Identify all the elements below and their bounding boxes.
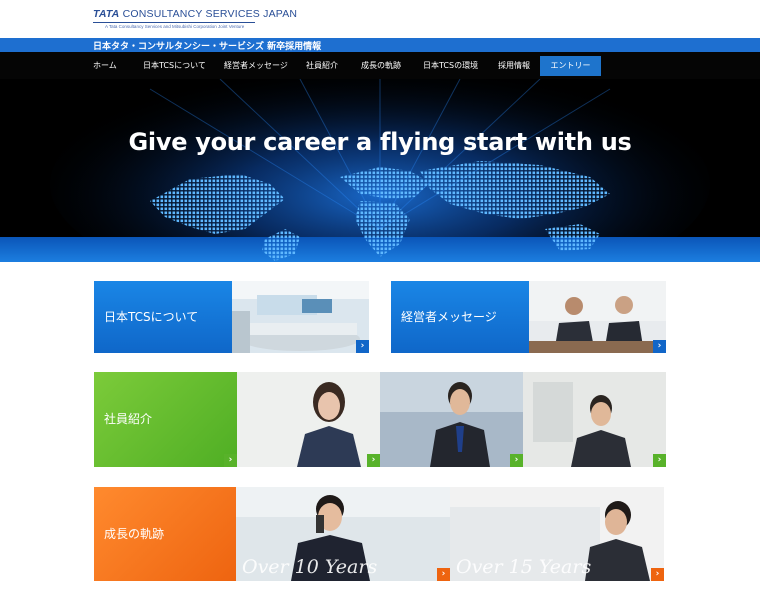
logo-text: TATA CONSULTANCY SERVICES JAPAN: [93, 8, 298, 20]
male-employee-2-photo: [523, 372, 666, 467]
logo-subtitle: A Tata Consultancy Services and Mitsubis…: [105, 24, 245, 29]
nav-staff[interactable]: 社員紹介: [306, 52, 338, 79]
executives-photo: [529, 281, 666, 353]
hero-title: Give your career a flying start with us: [128, 128, 632, 156]
tile-staff-label: 社員紹介: [104, 412, 153, 426]
chevron-right-icon: ›: [653, 340, 666, 353]
tile-about[interactable]: 日本TCSについて ›: [94, 281, 369, 353]
tile-growth-label: 成長の軌跡: [104, 527, 165, 541]
site-title: 日本タタ・コンサルタンシー・サービシズ 新卒採用情報: [93, 42, 322, 52]
nav-environment[interactable]: 日本TCSの環境: [423, 52, 478, 79]
logo-area: TATA CONSULTANCY SERVICES JAPAN A Tata C…: [0, 0, 760, 38]
tcs-japan-logo[interactable]: TATA CONSULTANCY SERVICES JAPAN A Tata C…: [93, 8, 298, 29]
chevron-right-icon: ›: [510, 454, 523, 467]
chevron-right-icon: ›: [224, 454, 237, 467]
logo-divider: [93, 22, 255, 23]
hero-banner: Give your career a flying start with us: [0, 79, 760, 262]
tile-growth[interactable]: 成長の軌跡 Over 10 Years Over 15 Years › ›: [94, 487, 664, 581]
nav-recruitment[interactable]: 採用情報: [498, 52, 530, 79]
world-map-graphic: [0, 79, 760, 262]
chevron-right-icon: ›: [651, 568, 664, 581]
male-employee-photo: [380, 372, 523, 467]
over-10-years-label: Over 10 Years: [242, 556, 378, 578]
nav-home[interactable]: ホーム: [93, 52, 117, 79]
site-title-bar: 日本タタ・コンサルタンシー・サービシズ 新卒採用情報: [0, 38, 760, 52]
tile-message[interactable]: 経営者メッセージ ›: [391, 281, 666, 353]
chevron-right-icon: ›: [437, 568, 450, 581]
main-nav: ホーム 日本TCSについて 経営者メッセージ 社員紹介 成長の軌跡 日本TCSの…: [0, 52, 760, 79]
nav-message[interactable]: 経営者メッセージ: [224, 52, 288, 79]
tile-about-label: 日本TCSについて: [104, 310, 199, 324]
chevron-right-icon: ›: [367, 454, 380, 467]
female-employee-photo: [237, 372, 380, 467]
over-15-years-label: Over 15 Years: [456, 556, 592, 578]
chevron-right-icon: ›: [653, 454, 666, 467]
nav-growth[interactable]: 成長の軌跡: [361, 52, 401, 79]
chevron-right-icon: ›: [356, 340, 369, 353]
tile-staff[interactable]: 社員紹介 › › › ›: [94, 372, 666, 467]
nav-about[interactable]: 日本TCSについて: [143, 52, 206, 79]
nav-entry-button[interactable]: エントリー: [540, 56, 601, 76]
tile-message-label: 経営者メッセージ: [401, 310, 497, 324]
office-lobby-photo: [232, 281, 369, 353]
